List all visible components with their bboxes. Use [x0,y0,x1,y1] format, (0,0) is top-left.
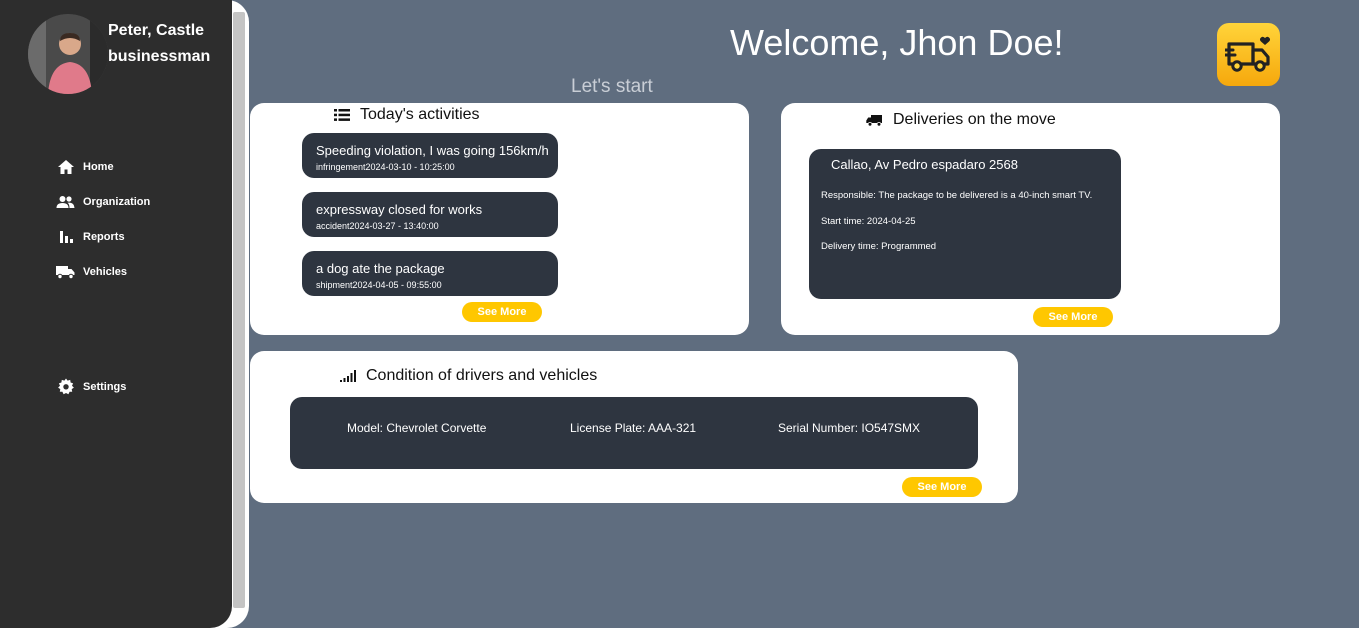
signal-icon [340,370,356,382]
sidebar-item-organization[interactable]: Organization [56,193,150,211]
delivery-item[interactable]: Callao, Av Pedro espadaro 2568 Responsib… [809,149,1121,299]
sidebar-scrollbar[interactable] [233,12,245,608]
sidebar-item-label: Home [83,161,114,173]
delivery-truck-logo-icon [1217,23,1280,86]
deliveries-see-more-button[interactable]: See More [1033,307,1113,327]
activity-meta: infringement2024-03-10 - 10:25:00 [316,162,455,172]
vehicle-item[interactable]: Model: Chevrolet Corvette License Plate:… [290,397,978,469]
activity-text: Speeding violation, I was going 156km/h [316,143,549,158]
page-title: Welcome, Jhon Doe! [730,22,1064,63]
vehicle-serial-number: Serial Number: IO547SMX [778,421,921,435]
truck-icon [866,114,883,127]
condition-card-title: Condition of drivers and vehicles [340,367,597,385]
delivery-responsible: Responsible: The package to be delivered… [821,190,1093,201]
page-subtitle: Let's start [571,76,653,97]
deliveries-card: Deliveries on the move Callao, Av Pedro … [781,103,1280,335]
condition-see-more-button[interactable]: See More [902,477,982,497]
list-icon [334,108,350,122]
sidebar-item-label: Settings [83,381,127,393]
sidebar-item-label: Reports [83,231,125,243]
activity-meta: accident2024-03-27 - 13:40:00 [316,221,439,231]
condition-card: Condition of drivers and vehicles Model:… [250,351,1018,503]
delivery-delivery-time: Delivery time: Programmed [821,241,937,252]
activities-see-more-button[interactable]: See More [462,302,542,322]
sidebar: Peter, Castle businessman Home Organizat… [0,0,232,628]
gear-icon [56,378,75,396]
activity-text: expressway closed for works [316,202,483,217]
activity-item[interactable]: a dog ate the package shipment2024-04-05… [302,251,558,296]
deliveries-card-title: Deliveries on the move [866,111,1056,129]
activities-card: Today's activities Speeding violation, I… [250,103,749,335]
avatar [28,14,108,94]
delivery-address: Callao, Av Pedro espadaro 2568 [831,157,1018,172]
condition-title-text: Condition of drivers and vehicles [366,367,598,384]
vehicle-model: Model: Chevrolet Corvette [347,421,487,435]
activity-text: a dog ate the package [316,261,445,276]
user-name-line-1: Peter, Castle [108,22,205,39]
sidebar-item-label: Organization [83,196,151,208]
sidebar-item-label: Vehicles [83,266,128,278]
activities-title-text: Today's activities [360,106,480,123]
user-role: businessman [108,48,211,65]
bar-chart-icon [56,228,75,246]
sidebar-item-home[interactable]: Home [56,158,114,176]
sidebar-item-vehicles[interactable]: Vehicles [56,263,127,281]
truck-icon [56,263,75,281]
activity-item[interactable]: Speeding violation, I was going 156km/h … [302,133,558,178]
home-icon [56,158,75,176]
people-icon [56,193,75,211]
sidebar-item-reports[interactable]: Reports [56,228,125,246]
delivery-start-time: Start time: 2024-04-25 [821,216,916,227]
sidebar-item-settings[interactable]: Settings [56,378,126,396]
activity-item[interactable]: expressway closed for works accident2024… [302,192,558,237]
user-name: Peter, Castle businessman [108,18,210,70]
activities-card-title: Today's activities [334,106,480,124]
activity-meta: shipment2024-04-05 - 09:55:00 [316,280,442,290]
deliveries-title-text: Deliveries on the move [893,111,1056,128]
vehicle-license-plate: License Plate: AAA-321 [570,421,697,435]
